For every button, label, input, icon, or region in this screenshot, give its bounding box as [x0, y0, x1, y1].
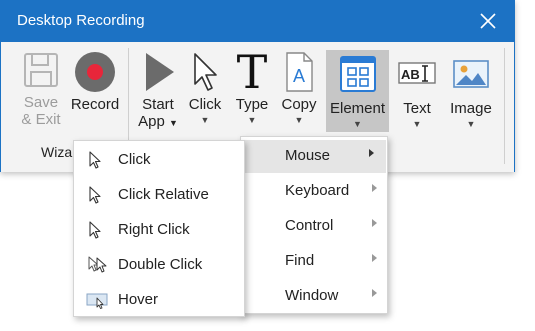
chevron-right-icon	[372, 289, 377, 297]
copy-document-icon: A	[286, 52, 313, 92]
text-button[interactable]: AB Text ▼	[395, 50, 439, 129]
copy-button[interactable]: A Copy ▼	[277, 50, 321, 125]
menu-item-keyboard-label: Keyboard	[285, 182, 350, 199]
ribbon-separator	[504, 48, 505, 164]
element-menu: Mouse Keyboard Control Find Window	[240, 136, 388, 314]
chevron-down-icon: ▼	[466, 119, 476, 129]
title-bar: Desktop Recording	[1, 1, 514, 42]
chevron-down-icon: ▼	[168, 118, 178, 128]
floppy-disk-icon	[24, 53, 58, 87]
cursor-icon	[89, 186, 101, 204]
submenu-item-double-click[interactable]: Double Click	[74, 249, 244, 282]
save-exit-line1: Save	[23, 94, 59, 111]
submenu-item-right-click[interactable]: Right Click	[74, 214, 244, 247]
submenu-item-click-relative[interactable]: Click Relative	[74, 179, 244, 212]
chevron-right-icon	[372, 184, 377, 192]
menu-item-window-label: Window	[285, 287, 339, 304]
image-label: Image	[450, 100, 492, 117]
menu-item-mouse[interactable]: Mouse	[244, 140, 386, 173]
submenu-item-hover[interactable]: Hover	[74, 284, 244, 317]
text-label: Text	[403, 100, 431, 117]
hover-icon	[86, 293, 108, 309]
record-label: Record	[70, 96, 120, 113]
type-t-icon: T	[237, 50, 268, 94]
menu-item-control-label: Control	[285, 217, 334, 234]
element-grid-icon	[339, 56, 376, 92]
save-exit-button[interactable]: Save & Exit	[15, 50, 67, 128]
chevron-down-icon: ▼	[247, 115, 257, 125]
cursor-icon	[89, 221, 101, 239]
play-icon	[146, 53, 174, 91]
click-button[interactable]: Click ▼	[185, 50, 225, 125]
start-app-button[interactable]: Start App ▼	[135, 50, 181, 132]
record-button[interactable]: Record	[67, 50, 123, 113]
text-field-icon: AB	[398, 62, 436, 84]
menu-item-mouse-label: Mouse	[285, 147, 331, 164]
image-icon	[453, 60, 489, 88]
svg-text:T: T	[237, 50, 268, 94]
menu-item-find-label: Find	[285, 252, 315, 269]
type-label: Type	[235, 96, 269, 113]
cursor-icon	[89, 151, 101, 169]
menu-item-control[interactable]: Control	[241, 210, 389, 243]
submenu-item-hover-label: Hover	[118, 291, 159, 308]
start-app-line1: Start	[142, 96, 174, 113]
double-cursor-icon	[88, 256, 107, 273]
close-icon[interactable]	[476, 9, 500, 33]
chevron-down-icon: ▼	[200, 115, 210, 125]
wizard-group-label: Wiza	[41, 144, 73, 160]
element-label: Element	[329, 100, 386, 117]
chevron-down-icon: ▼	[294, 115, 304, 125]
start-app-line2: App ▼	[135, 113, 181, 132]
click-label: Click	[188, 96, 222, 113]
chevron-down-icon: ▼	[412, 119, 422, 129]
type-button[interactable]: T Type ▼	[231, 50, 273, 125]
submenu-item-click-relative-label: Click Relative	[118, 186, 209, 203]
copy-label: Copy	[281, 96, 317, 113]
submenu-item-click-label: Click	[118, 151, 151, 168]
mouse-submenu: Click Click Relative Right Click Double …	[73, 140, 245, 317]
submenu-item-right-click-label: Right Click	[118, 221, 190, 238]
start-app-line2-text: App	[138, 113, 165, 130]
svg-text:AB: AB	[401, 67, 420, 82]
chevron-right-icon	[372, 219, 377, 227]
element-button[interactable]: Element ▼	[326, 50, 389, 129]
menu-item-window[interactable]: Window	[241, 280, 389, 313]
chevron-down-icon: ▼	[353, 119, 362, 129]
svg-text:A: A	[293, 66, 305, 86]
cursor-icon	[194, 53, 217, 91]
menu-item-keyboard[interactable]: Keyboard	[241, 175, 389, 208]
image-button[interactable]: Image ▼	[445, 50, 497, 129]
chevron-right-icon	[372, 254, 377, 262]
menu-item-find[interactable]: Find	[241, 245, 389, 278]
save-exit-line2: & Exit	[21, 111, 61, 128]
window-title: Desktop Recording	[17, 12, 145, 29]
record-icon	[75, 52, 115, 92]
chevron-right-icon	[369, 149, 374, 157]
submenu-item-click[interactable]: Click	[74, 144, 244, 177]
submenu-item-double-click-label: Double Click	[118, 256, 203, 273]
